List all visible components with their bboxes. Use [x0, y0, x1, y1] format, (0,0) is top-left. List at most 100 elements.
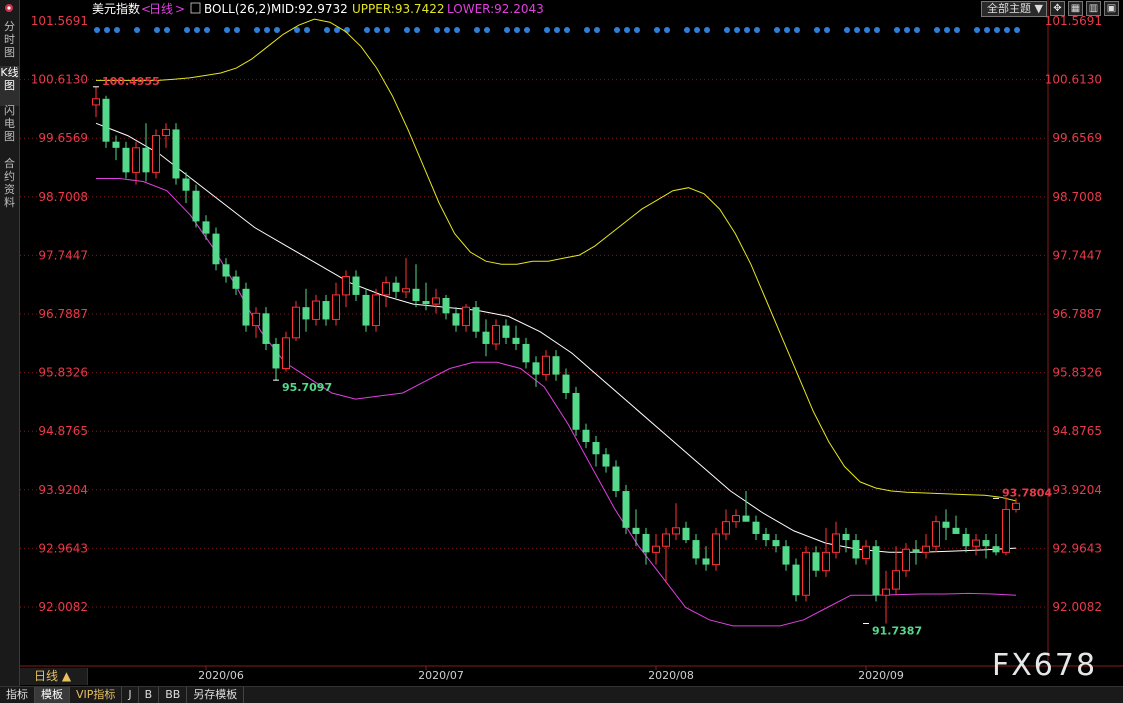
event-dot [134, 27, 140, 33]
candle-body [902, 548, 910, 572]
theme-dropdown[interactable]: 全部主题 ▼ [981, 1, 1047, 17]
crosshair-icon[interactable]: ✥ [1050, 1, 1065, 16]
event-dot [784, 27, 790, 33]
annotation-label: 95.7097 [282, 381, 332, 394]
event-dot [664, 27, 670, 33]
event-dot [614, 27, 620, 33]
candle-body [882, 588, 890, 596]
y-tick-label-right: 92.9643 [1052, 541, 1102, 555]
candle-body [652, 545, 660, 553]
window-toolbar: 全部主题 ▼ ✥ ▦ ▥ ▣ [981, 1, 1119, 17]
candle-body [112, 141, 120, 148]
candle-body [212, 233, 220, 265]
tab-bb[interactable]: BB [159, 687, 188, 703]
event-dot [154, 27, 160, 33]
candle-body [232, 276, 240, 289]
event-dot [374, 27, 380, 33]
tab-vip-indicators[interactable]: VIP指标 [70, 687, 123, 703]
candle-body [752, 521, 760, 534]
tab-j[interactable]: J [122, 687, 139, 703]
event-dot [444, 27, 450, 33]
event-dot [474, 27, 480, 33]
candle-body [252, 312, 260, 327]
event-dot [854, 27, 860, 33]
candle-body [152, 135, 160, 173]
y-tick-label-right: 92.0082 [1052, 600, 1102, 614]
candle-body [582, 429, 590, 443]
event-dot [624, 27, 630, 33]
candle-body [472, 307, 480, 332]
tab-indicators[interactable]: 指标 [0, 687, 35, 703]
event-dot [874, 27, 880, 33]
y-tick-label-left: 92.0082 [38, 600, 88, 614]
event-dot [344, 27, 350, 33]
candle-body [272, 343, 280, 369]
event-dot [434, 27, 440, 33]
candle-body [712, 533, 720, 566]
candle-body [542, 355, 550, 376]
candle-body [642, 533, 650, 553]
y-tick-label-left: 94.8765 [38, 424, 88, 438]
candle-body [782, 546, 790, 565]
tab-b[interactable]: B [139, 687, 160, 703]
candle-body [362, 294, 370, 326]
grid-icon[interactable]: ▦ [1068, 1, 1083, 16]
candle-body [462, 306, 470, 327]
event-dot [384, 27, 390, 33]
candle-body [172, 129, 180, 179]
chevron-down-icon: ▼ [1034, 2, 1043, 15]
indicator-upper: UPPER:93.7422 [352, 2, 444, 16]
event-dot [994, 27, 1000, 33]
candle-body [962, 533, 970, 547]
candle-body [512, 337, 520, 344]
candle-body [592, 442, 600, 455]
event-dot [454, 27, 460, 33]
bottom-toolbar: 指标 模板 VIP指标 J B BB 另存模板 [0, 686, 1123, 703]
event-dot [364, 27, 370, 33]
period-tab[interactable]: 日线 ▲ [20, 668, 88, 685]
candle-body [412, 288, 420, 302]
event-dot [264, 27, 270, 33]
tab-save-template[interactable]: 另存模板 [187, 687, 245, 703]
candle-body [332, 294, 340, 320]
event-dot [524, 27, 530, 33]
event-dot [94, 27, 100, 33]
candle-body [312, 300, 320, 320]
candle-body [982, 540, 990, 547]
annotation-label: 100.4955 [102, 75, 160, 88]
tab-templates[interactable]: 模板 [35, 687, 70, 703]
candle-body [862, 545, 870, 559]
split-icon[interactable]: ▥ [1086, 1, 1101, 16]
theme-dropdown-label: 全部主题 [987, 2, 1032, 15]
y-tick-label-left: 100.6130 [31, 73, 88, 87]
y-tick-label-right: 100.6130 [1045, 73, 1102, 87]
period-label: 日线 [149, 2, 173, 16]
event-dot [744, 27, 750, 33]
event-dot [254, 27, 260, 33]
candle-body [852, 540, 860, 559]
chart-area[interactable]: 101.5691 101.5691100.6130 100.613099.6569 9… [0, 0, 1123, 686]
y-tick-label-right: 98.7008 [1052, 190, 1102, 204]
candle-body [502, 325, 510, 338]
event-dot [814, 27, 820, 33]
y-tick-label-right: 94.8765 [1052, 424, 1102, 438]
event-dot [554, 27, 560, 33]
event-dot [274, 27, 280, 33]
candle-body [722, 521, 730, 535]
candle-body [832, 533, 840, 553]
event-dot [324, 27, 330, 33]
event-dot [584, 27, 590, 33]
candle-body [142, 147, 150, 173]
candle-body [452, 313, 460, 326]
event-dot [114, 27, 120, 33]
candle-body [812, 552, 820, 571]
annotation-label: 91.7387 [872, 625, 922, 638]
candle-body [522, 343, 530, 363]
event-dot [754, 27, 760, 33]
event-dot [894, 27, 900, 33]
fullscreen-icon[interactable]: ▣ [1104, 1, 1119, 16]
candle-body [422, 301, 430, 305]
candle-body [92, 98, 100, 106]
candle-body [702, 558, 710, 565]
candle-body [842, 533, 850, 541]
